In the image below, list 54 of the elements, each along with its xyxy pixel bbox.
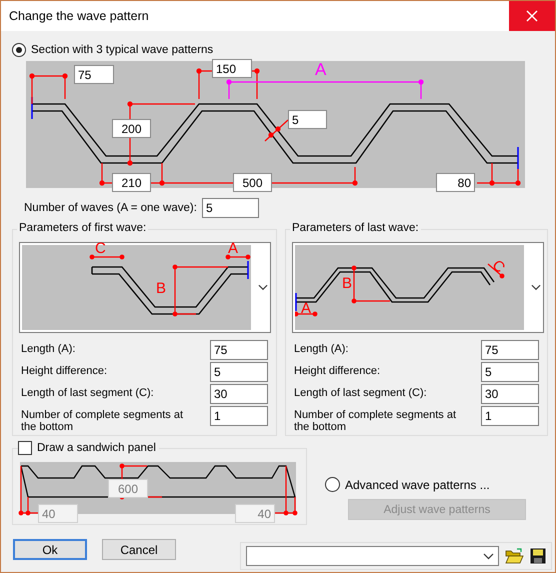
- cancel-button[interactable]: Cancel: [102, 539, 176, 560]
- dimension-field[interactable]: 210: [112, 173, 151, 192]
- radio-label: Advanced wave patterns ...: [345, 478, 490, 492]
- input-field[interactable]: 30: [210, 384, 268, 404]
- field-label: Number of complete segments at the bottom: [294, 408, 458, 433]
- radio-label: Section with 3 typical wave patterns: [31, 44, 214, 56]
- close-button[interactable]: [509, 1, 555, 31]
- input-field[interactable]: 1: [210, 406, 268, 426]
- field-label: Length of last segment (C):: [21, 386, 155, 399]
- input-field[interactable]: 75: [210, 340, 268, 360]
- dimension-field[interactable]: 5: [288, 110, 327, 129]
- group-title: Parameters of first wave:: [17, 222, 148, 234]
- dimension-field[interactable]: 40: [235, 504, 275, 523]
- checkbox[interactable]: [18, 441, 32, 455]
- field-label: Number of waves (A = one wave):: [24, 202, 198, 214]
- dimension-label: C: [95, 241, 106, 256]
- dimension-field[interactable]: 600: [108, 479, 148, 498]
- input-field[interactable]: 1: [481, 406, 539, 426]
- dimension-field[interactable]: 40: [38, 504, 78, 523]
- input-field[interactable]: 5: [202, 198, 259, 218]
- dimension-field[interactable]: 75: [74, 65, 114, 84]
- chevron-down-icon: [258, 284, 268, 291]
- group-title: Parameters of last wave:: [290, 222, 421, 234]
- dimension-label: A: [301, 301, 312, 316]
- field-label: Height difference:: [21, 364, 108, 377]
- input-field[interactable]: 5: [210, 362, 268, 382]
- close-icon: [526, 10, 538, 22]
- dimension-field[interactable]: 500: [233, 173, 272, 192]
- radio-button[interactable]: [12, 43, 26, 57]
- dimension-field[interactable]: 200: [112, 119, 151, 138]
- input-field[interactable]: 5: [481, 362, 539, 382]
- dimension-field[interactable]: 80: [436, 173, 475, 192]
- dimension-field[interactable]: 150: [212, 59, 252, 78]
- dimension-label: A: [315, 61, 326, 78]
- save-icon[interactable]: [530, 548, 546, 564]
- dimension-label: B: [342, 276, 352, 291]
- ok-button[interactable]: Ok: [13, 539, 87, 560]
- folder-icon[interactable]: [505, 548, 524, 564]
- field-label: Length (A):: [294, 342, 350, 355]
- radio-button[interactable]: [325, 477, 340, 492]
- chevron-down-icon: [483, 552, 494, 560]
- field-label: Number of complete segments at the bottom: [21, 408, 184, 433]
- field-label: Length (A):: [21, 342, 76, 355]
- input-field[interactable]: 30: [481, 384, 539, 404]
- dimension-label: B: [156, 281, 166, 296]
- chevron-down-icon: [531, 284, 541, 291]
- preset-dropdown[interactable]: [246, 546, 499, 566]
- field-label: Length of last segment (C):: [294, 386, 428, 399]
- dimension-label: A: [228, 241, 238, 256]
- field-label: Height difference:: [294, 364, 382, 377]
- checkbox-label: Draw a sandwich panel: [37, 442, 156, 454]
- window-title: Change the wave pattern: [8, 9, 149, 23]
- dimension-label: C: [489, 257, 508, 276]
- input-field[interactable]: 75: [481, 340, 539, 360]
